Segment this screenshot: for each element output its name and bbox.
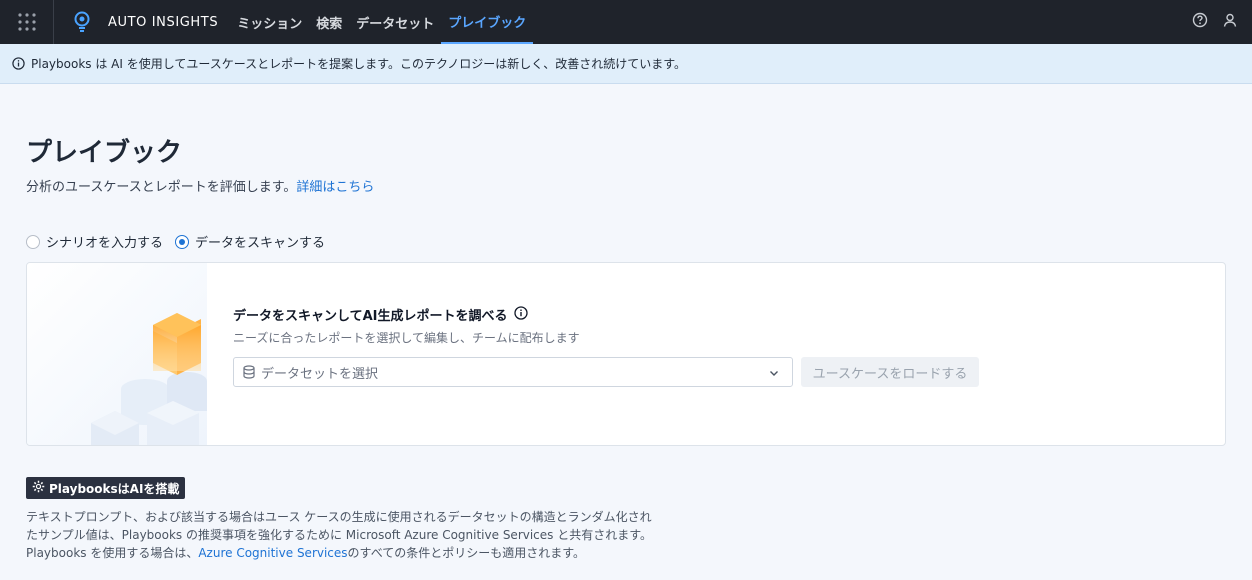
disclaimer-line-3-suffix: のすべての条件とポリシーも適用されます。 (347, 546, 586, 560)
radio-label-enter-scenario: シナリオを入力する (46, 236, 164, 251)
radio-button-unselected[interactable] (26, 234, 40, 249)
chevron-down-icon[interactable] (768, 367, 780, 379)
info-icon[interactable] (513, 305, 528, 324)
apps-grid-icon[interactable] (0, 0, 54, 44)
scan-card-title: データをスキャンしてAI生成レポートを調べる (233, 305, 528, 324)
nav-links: ミッション 検索 データセット プレイブック (230, 0, 534, 44)
radio-button-selected[interactable] (175, 234, 190, 249)
nav-right-actions (1192, 0, 1238, 44)
data-cubes-illustration (27, 263, 207, 445)
nav-link-missions[interactable]: ミッション (230, 0, 309, 44)
azure-cognitive-services-link[interactable]: Azure Cognitive Services (198, 546, 347, 560)
disclaimer-line-2: たサンプル値は、Playbooks の推奨事項を強化するために Microsof… (26, 528, 653, 542)
learn-more-link[interactable]: 詳細はこちら (296, 180, 374, 195)
database-icon (242, 365, 256, 379)
dataset-select-placeholder: データセットを選択 (261, 366, 379, 382)
disclaimer-line-3: Playbooks を使用する場合は、Azure Cognitive Servi… (26, 544, 726, 562)
ai-disclaimer: テキストプロンプト、および該当する場合はユース ケースの生成に使用されるデータセ… (26, 508, 726, 562)
radio-label-scan-data: データをスキャンする (195, 236, 326, 251)
load-use-cases-button[interactable]: ユースケースをロードする (801, 357, 979, 387)
nav-link-playbooks[interactable]: プレイブック (441, 0, 534, 44)
user-icon[interactable] (1222, 12, 1238, 32)
brand-name[interactable]: AUTO INSIGHTS (108, 15, 218, 30)
radio-enter-scenario[interactable]: シナリオを入力する (26, 232, 163, 251)
page-subtitle: 分析のユースケースとレポートを評価します。詳細はこちら (26, 176, 374, 195)
lightbulb-logo-icon[interactable] (74, 10, 92, 34)
scan-data-card: データをスキャンしてAI生成レポートを調べる ニーズに合ったレポートを選択して編… (26, 262, 1226, 446)
dataset-select[interactable]: データセットを選択 (233, 357, 793, 387)
nav-link-datasets[interactable]: データセット (349, 0, 441, 44)
subtitle-text: 分析のユースケースとレポートを評価します。 (26, 180, 297, 195)
scan-card-title-text: データをスキャンしてAI生成レポートを調べる (233, 309, 508, 324)
scan-card-subtitle: ニーズに合ったレポートを選択して編集し、チームに配布します (233, 331, 580, 345)
banner-text: Playbooks は AI を使用してユースケースとレポートを提案します。この… (31, 57, 687, 71)
ai-badge-text: PlaybooksはAIを搭載 (49, 481, 180, 496)
mode-radio-group: シナリオを入力する データをスキャンする (26, 232, 325, 251)
top-navigation-bar: AUTO INSIGHTS ミッション 検索 データセット プレイブック (0, 0, 1252, 44)
disclaimer-line-3-prefix: Playbooks を使用する場合は、 (26, 546, 199, 560)
main-content: プレイブック 分析のユースケースとレポートを評価します。詳細はこちら シナリオを… (0, 84, 1252, 580)
ai-info-banner: Playbooks は AI を使用してユースケースとレポートを提案します。この… (0, 44, 1252, 84)
disclaimer-line-1: テキストプロンプト、および該当する場合はユース ケースの生成に使用されるデータセ… (26, 510, 652, 524)
page-title: プレイブック (26, 138, 183, 168)
info-icon (12, 57, 25, 70)
ai-powered-badge: PlaybooksはAIを搭載 (26, 477, 186, 499)
radio-scan-data[interactable]: データをスキャンする (175, 232, 325, 251)
nav-link-search[interactable]: 検索 (309, 0, 349, 44)
gear-icon (32, 480, 45, 496)
help-icon[interactable] (1192, 12, 1208, 32)
